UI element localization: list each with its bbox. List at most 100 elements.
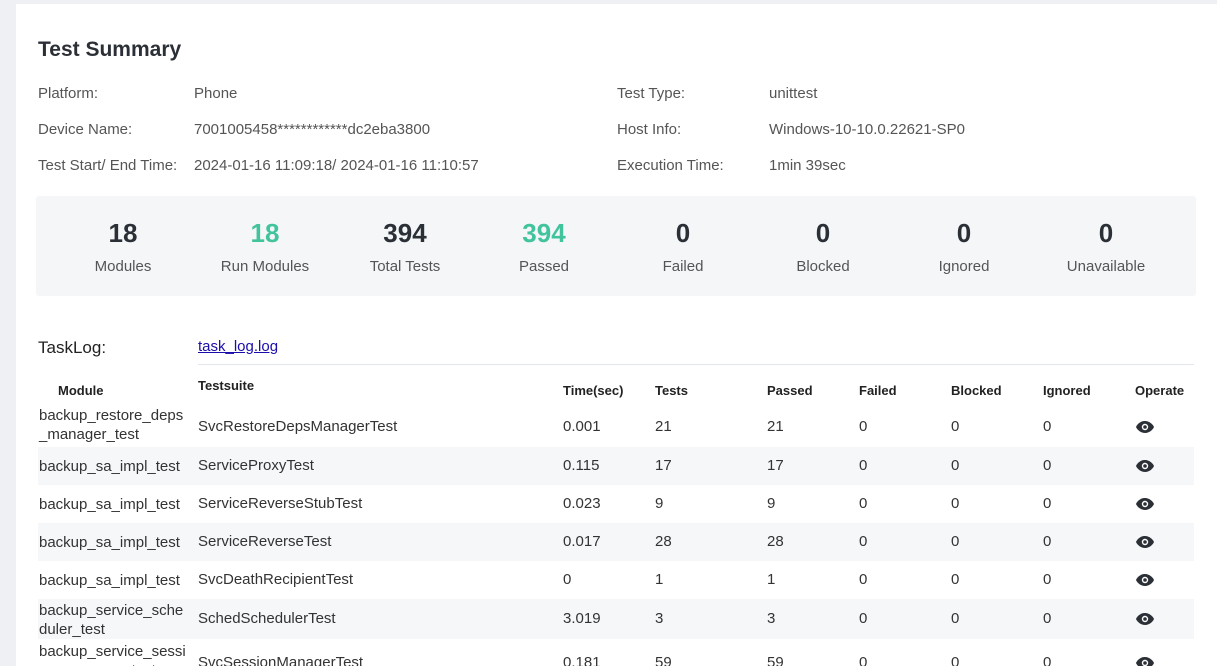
stat-label: Modules [94, 258, 152, 275]
start-end-time-label: Test Start/ End Time: [38, 157, 178, 174]
failed-cell: 0 [859, 495, 868, 512]
module-cell: backup_sa_impl_test [39, 534, 180, 551]
testsuite-cell: ServiceProxyTest [198, 457, 314, 474]
platform-label: Platform: [38, 85, 99, 102]
host-info-value: Windows-10-10.0.22621-SP0 [769, 121, 965, 138]
failed-cell: 0 [859, 533, 868, 550]
col-header-blocked: Blocked [951, 383, 1002, 398]
failed-cell: 0 [859, 610, 868, 627]
testsuite-cell: ServiceReverseStubTest [198, 495, 363, 512]
stat-value: 0 [675, 218, 691, 248]
failed-cell: 0 [859, 654, 868, 666]
ignored-cell: 0 [1043, 571, 1052, 588]
time-cell: 0.001 [563, 418, 601, 435]
col-header-module: Module [58, 383, 104, 398]
testsuite-cell: ServiceReverseTest [198, 533, 332, 550]
stat-label: Ignored [938, 258, 990, 275]
stat-label: Total Tests [369, 258, 441, 275]
table-row: backup_service_session_manager_test SvcS… [38, 641, 1194, 666]
time-cell: 0.023 [563, 495, 601, 512]
passed-cell: 1 [767, 571, 776, 588]
view-eye-icon[interactable] [1135, 497, 1155, 511]
ignored-cell: 0 [1043, 457, 1052, 474]
view-eye-icon[interactable] [1135, 612, 1155, 626]
blocked-cell: 0 [951, 418, 960, 435]
blocked-cell: 0 [951, 654, 960, 666]
view-eye-icon[interactable] [1135, 573, 1155, 587]
blocked-cell: 0 [951, 610, 960, 627]
stat-value: 18 [250, 218, 280, 248]
blocked-cell: 0 [951, 571, 960, 588]
stat-label: Unavailable [1066, 258, 1146, 275]
col-header-passed: Passed [767, 383, 813, 398]
time-cell: 0.115 [563, 457, 600, 474]
tasklog-label: TaskLog: [38, 338, 107, 357]
col-header-operate: Operate [1135, 383, 1185, 398]
tests-cell: 3 [655, 610, 664, 627]
start-end-time-value: 2024-01-16 11:09:18/ 2024-01-16 11:10:57 [194, 157, 479, 174]
testsuite-cell: SvcRestoreDepsManagerTest [198, 418, 398, 435]
failed-cell: 0 [859, 571, 868, 588]
blocked-cell: 0 [951, 457, 960, 474]
module-cell: backup_restore_deps_manager_test [39, 407, 184, 443]
module-cell: backup_sa_impl_test [39, 572, 180, 589]
stat-value: 0 [815, 218, 831, 248]
tests-cell: 1 [655, 571, 664, 588]
blocked-cell: 0 [951, 533, 960, 550]
module-cell: backup_sa_impl_test [39, 458, 180, 475]
table-row: backup_sa_impl_test SvcDeathRecipientTes… [38, 561, 1194, 599]
tests-cell: 59 [655, 654, 672, 666]
test-summary-card: Test Summary Platform: Phone Test Type: … [16, 4, 1217, 666]
page-title: Test Summary [38, 38, 182, 61]
testsuite-cell: SvcSessionManagerTest [198, 654, 364, 666]
stat-value: 18 [108, 218, 138, 248]
stat-label: Passed [518, 258, 570, 275]
view-eye-icon[interactable] [1135, 535, 1155, 549]
execution-time-label: Execution Time: [617, 157, 724, 174]
device-name-value: 7001005458************dc2eba3800 [194, 121, 431, 138]
module-cell: backup_service_scheduler_test [39, 602, 184, 638]
tests-cell: 21 [655, 418, 672, 435]
test-type-value: unittest [769, 85, 818, 102]
view-eye-icon[interactable] [1135, 656, 1155, 666]
ignored-cell: 0 [1043, 418, 1052, 435]
tasklog-link[interactable]: task_log.log [198, 338, 278, 355]
stat-label: Failed [662, 258, 704, 275]
ignored-cell: 0 [1043, 654, 1052, 666]
time-cell: 0 [563, 571, 572, 588]
passed-cell: 9 [767, 495, 776, 512]
ignored-cell: 0 [1043, 533, 1052, 550]
divider [198, 364, 1194, 365]
ignored-cell: 0 [1043, 495, 1052, 512]
blocked-cell: 0 [951, 495, 960, 512]
view-eye-icon[interactable] [1135, 459, 1155, 473]
testsuite-cell: SvcDeathRecipientTest [198, 571, 354, 588]
view-eye-icon[interactable] [1135, 420, 1155, 434]
platform-value: Phone [194, 85, 238, 102]
execution-time-value: 1min 39sec [769, 157, 846, 174]
failed-cell: 0 [859, 418, 868, 435]
col-header-testsuite: Testsuite [198, 378, 255, 393]
col-header-tests: Tests [655, 383, 688, 398]
time-cell: 3.019 [563, 610, 601, 627]
failed-cell: 0 [859, 457, 868, 474]
stat-value: 0 [1098, 218, 1114, 248]
stats-panel: 18 Modules 18 Run Modules 394 Total Test… [36, 196, 1196, 296]
passed-cell: 28 [767, 533, 784, 550]
device-name-label: Device Name: [38, 121, 133, 138]
time-cell: 0.181 [563, 654, 601, 666]
tests-cell: 17 [655, 457, 672, 474]
module-cell: backup_sa_impl_test [39, 496, 180, 513]
passed-cell: 21 [767, 418, 784, 435]
stat-value: 0 [956, 218, 972, 248]
passed-cell: 3 [767, 610, 776, 627]
passed-cell: 17 [767, 457, 784, 474]
tests-cell: 28 [655, 533, 672, 550]
tests-cell: 9 [655, 495, 664, 512]
test-type-label: Test Type: [617, 85, 686, 102]
col-header-failed: Failed [859, 383, 897, 398]
module-cell: backup_service_session_manager_test [39, 643, 186, 666]
table-row: backup_sa_impl_test ServiceProxyTest 0.1… [38, 447, 1194, 485]
stat-label: Blocked [796, 258, 850, 275]
ignored-cell: 0 [1043, 610, 1052, 627]
